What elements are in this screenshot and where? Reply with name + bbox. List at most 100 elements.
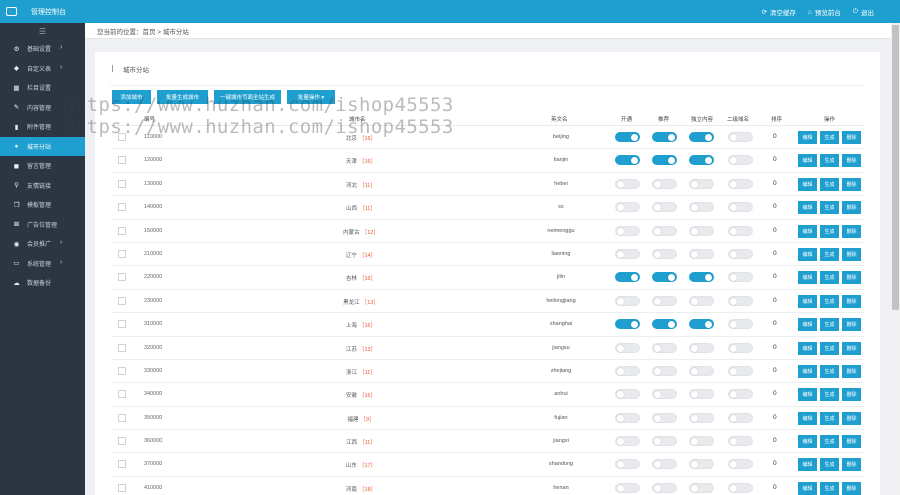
edit-button[interactable]: 编辑 [798, 177, 817, 191]
city-name[interactable]: 山西 ［11］ [306, 204, 416, 212]
independent-toggle[interactable] [689, 248, 714, 259]
generate-button[interactable]: 生成 [820, 481, 839, 495]
delete-button[interactable]: 删除 [842, 154, 861, 168]
scrollbar-thumb[interactable] [892, 25, 899, 310]
delete-button[interactable]: 删除 [842, 294, 861, 308]
independent-toggle[interactable] [689, 436, 714, 447]
city-name[interactable]: 山东 ［17］ [306, 461, 416, 469]
edit-button[interactable]: 编辑 [798, 201, 817, 215]
delete-button[interactable]: 删除 [842, 458, 861, 472]
row-checkbox[interactable] [118, 156, 126, 165]
row-checkbox[interactable] [118, 273, 126, 282]
subdomain-toggle[interactable] [728, 225, 753, 236]
open-toggle[interactable] [615, 482, 640, 493]
city-name[interactable]: 上海 ［16］ [306, 321, 416, 329]
edit-button[interactable]: 编辑 [798, 458, 817, 472]
edit-button[interactable]: 编辑 [798, 388, 817, 402]
city-name[interactable]: 天津 ［16］ [306, 157, 416, 165]
independent-toggle[interactable] [689, 482, 714, 493]
sidebar-item[interactable]: ☁ 数据备份 [0, 273, 85, 293]
recommend-toggle[interactable] [652, 436, 677, 447]
sidebar-item[interactable]: ⊠ 广告位管理 [0, 215, 85, 235]
subdomain-toggle[interactable] [728, 248, 753, 259]
row-checkbox[interactable] [118, 390, 126, 399]
delete-button[interactable]: 删除 [842, 177, 861, 191]
delete-button[interactable]: 删除 [842, 411, 861, 425]
city-name[interactable]: 吉林 ［16］ [306, 274, 416, 282]
independent-toggle[interactable] [689, 155, 714, 166]
city-name[interactable]: 辽宁 ［14］ [306, 251, 416, 259]
edit-button[interactable]: 编辑 [798, 318, 817, 332]
generate-button[interactable]: 生成 [820, 201, 839, 215]
independent-toggle[interactable] [689, 319, 714, 330]
recommend-toggle[interactable] [652, 202, 677, 213]
city-name[interactable]: 福建 ［9］ [306, 415, 416, 423]
generate-button[interactable]: 生成 [820, 388, 839, 402]
generate-button[interactable]: 生成 [820, 364, 839, 378]
open-toggle[interactable] [615, 365, 640, 376]
open-toggle[interactable] [615, 319, 640, 330]
subdomain-toggle[interactable] [728, 389, 753, 400]
sidebar-item[interactable]: ❐ 模板管理 [0, 195, 85, 215]
recommend-toggle[interactable] [652, 342, 677, 353]
edit-button[interactable]: 编辑 [798, 411, 817, 425]
city-name[interactable]: 内蒙古 ［12］ [306, 228, 416, 236]
sidebar-item[interactable]: ◼ 留言管理 [0, 156, 85, 176]
recommend-toggle[interactable] [652, 319, 677, 330]
independent-toggle[interactable] [689, 459, 714, 470]
page-scrollbar[interactable] [891, 23, 900, 495]
sidebar-item[interactable]: ◆ 自定义表 › [0, 59, 85, 79]
generate-button[interactable]: 生成 [820, 435, 839, 449]
city-name[interactable]: 浙江 ［11］ [306, 368, 416, 376]
subdomain-toggle[interactable] [728, 202, 753, 213]
city-name[interactable]: 黑龙江 ［13］ [306, 298, 416, 306]
generate-button[interactable]: 生成 [820, 247, 839, 261]
recommend-toggle[interactable] [652, 178, 677, 189]
row-checkbox[interactable] [118, 179, 126, 188]
open-toggle[interactable] [615, 412, 640, 423]
edit-button[interactable]: 编辑 [798, 271, 817, 285]
city-name[interactable]: 安徽 ［16］ [306, 391, 416, 399]
independent-toggle[interactable] [689, 342, 714, 353]
open-toggle[interactable] [615, 155, 640, 166]
row-checkbox[interactable] [118, 226, 126, 235]
open-toggle[interactable] [615, 295, 640, 306]
edit-button[interactable]: 编辑 [798, 224, 817, 238]
generate-button[interactable]: 生成 [820, 154, 839, 168]
clear-cache-link[interactable]: ⟳ 清空缓存 [761, 7, 795, 17]
subdomain-toggle[interactable] [728, 459, 753, 470]
delete-button[interactable]: 删除 [842, 435, 861, 449]
subdomain-toggle[interactable] [728, 155, 753, 166]
edit-button[interactable]: 编辑 [798, 131, 817, 144]
sidebar-item[interactable]: ◉ 会员推广 › [0, 234, 85, 254]
independent-toggle[interactable] [689, 225, 714, 236]
open-toggle[interactable] [615, 342, 640, 353]
open-toggle[interactable] [615, 272, 640, 283]
subdomain-toggle[interactable] [728, 365, 753, 376]
independent-toggle[interactable] [689, 178, 714, 189]
subdomain-toggle[interactable] [728, 319, 753, 330]
generate-button[interactable]: 生成 [820, 294, 839, 308]
row-checkbox[interactable] [118, 343, 126, 352]
menu-toggle-icon[interactable]: ☰ [0, 23, 85, 39]
delete-button[interactable]: 删除 [842, 341, 861, 355]
subdomain-toggle[interactable] [728, 178, 753, 189]
open-toggle[interactable] [615, 178, 640, 189]
recommend-toggle[interactable] [652, 132, 677, 142]
open-toggle[interactable] [615, 225, 640, 236]
recommend-toggle[interactable] [652, 482, 677, 493]
delete-button[interactable]: 删除 [842, 481, 861, 495]
independent-toggle[interactable] [689, 389, 714, 400]
row-checkbox[interactable] [118, 203, 126, 212]
delete-button[interactable]: 删除 [842, 271, 861, 285]
row-checkbox[interactable] [118, 320, 126, 329]
generate-button[interactable]: 生成 [820, 318, 839, 332]
row-checkbox[interactable] [118, 296, 126, 305]
open-toggle[interactable] [615, 248, 640, 259]
subdomain-toggle[interactable] [728, 436, 753, 447]
recommend-toggle[interactable] [652, 365, 677, 376]
logout-link[interactable]: ⏻ 退出 [853, 7, 874, 17]
logo-icon[interactable] [0, 0, 23, 23]
generate-button[interactable]: 生成 [820, 458, 839, 472]
subdomain-toggle[interactable] [728, 132, 753, 142]
